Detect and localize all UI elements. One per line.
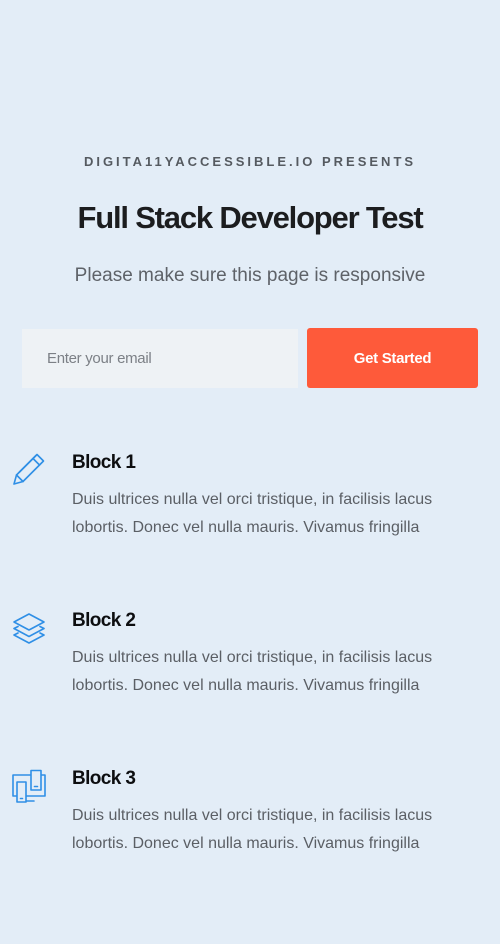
hero-eyebrow: DIGITA11YACCESSIBLE.IO PRESENTS bbox=[83, 154, 417, 169]
block-title: Block 1 bbox=[72, 452, 136, 473]
block-description: Duis ultrices nulla vel orci tristique, … bbox=[72, 807, 433, 852]
layers-icon bbox=[11, 611, 47, 647]
get-started-button[interactable]: Get Started bbox=[307, 328, 478, 388]
pencil-icon bbox=[11, 451, 47, 487]
block-description: Duis ultrices nulla vel orci tristique, … bbox=[72, 491, 433, 536]
block-title: Block 2 bbox=[72, 610, 136, 631]
block-description: Duis ultrices nulla vel orci tristique, … bbox=[72, 649, 433, 694]
page-title: Full Stack Developer Test bbox=[77, 200, 424, 235]
email-input[interactable] bbox=[22, 329, 298, 388]
devices-icon bbox=[11, 769, 47, 805]
block-title: Block 3 bbox=[72, 768, 136, 789]
page-subtitle: Please make sure this page is responsive bbox=[74, 265, 426, 286]
